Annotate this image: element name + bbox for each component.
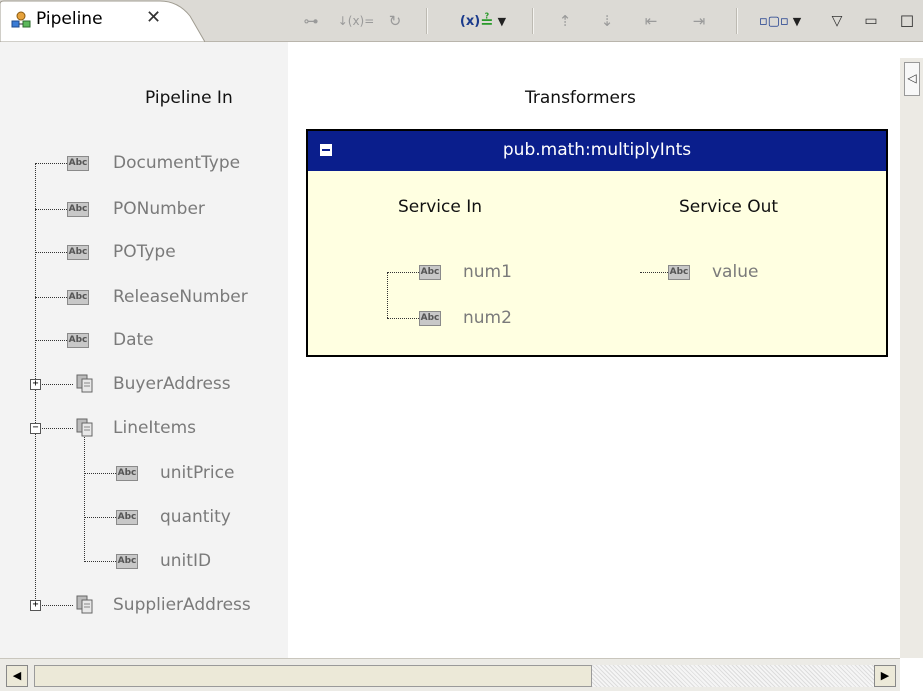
expand-icon[interactable]: + <box>30 600 41 611</box>
tree-node-label[interactable]: Date <box>113 330 154 350</box>
right-panel-edge <box>900 58 923 658</box>
tree-node-label[interactable]: POType <box>113 242 176 262</box>
document-icon <box>76 595 93 614</box>
tree-node-label[interactable]: unitPrice <box>160 463 234 483</box>
toolbar-separator <box>736 8 738 34</box>
tree-connector <box>35 297 67 298</box>
service-transformer[interactable]: pub.math:multiplyInts <box>306 129 888 357</box>
tree-branch-line <box>84 437 85 562</box>
document-icon <box>76 418 93 437</box>
chevron-down-icon[interactable]: ▼ <box>793 15 801 28</box>
left-icon[interactable]: ⇤ <box>636 8 666 34</box>
close-icon[interactable]: ✕ <box>146 7 161 28</box>
service-out-title: Service Out <box>679 197 779 217</box>
view-mode-icon[interactable]: ▫▢▫ ▼ <box>752 8 808 34</box>
scroll-thumb[interactable] <box>34 665 592 687</box>
string-icon: Abc <box>419 311 441 326</box>
service-in-field[interactable]: num1 <box>463 262 512 282</box>
tree-node-label[interactable]: LineItems <box>113 418 196 438</box>
tree-node-label[interactable]: unitID <box>160 551 211 571</box>
string-icon: Abc <box>67 290 89 305</box>
string-icon: Abc <box>116 554 138 569</box>
string-icon: Abc <box>668 265 690 280</box>
service-name: pub.math:multiplyInts <box>502 140 692 160</box>
pipeline-tab[interactable]: Pipeline ✕ <box>0 0 205 42</box>
pipeline-in-title: Pipeline In <box>145 88 233 108</box>
set-value-icon[interactable]: (x) ≟ ▼ <box>448 8 518 34</box>
chevron-down-icon[interactable]: ▼ <box>498 15 506 28</box>
string-icon: Abc <box>67 245 89 260</box>
toolbar-separator <box>532 8 534 34</box>
tree-connector <box>84 517 116 518</box>
right-icon[interactable]: ⇥ <box>684 8 714 34</box>
tree-node-label[interactable]: ReleaseNumber <box>113 287 248 307</box>
tree-connector <box>84 561 116 562</box>
view-menu-icon[interactable]: ▽ <box>828 8 846 34</box>
link-icon[interactable]: ⊶ <box>296 8 326 34</box>
maximize-icon[interactable]: ☐ <box>896 8 918 34</box>
scroll-right-button[interactable]: ▶ <box>874 665 896 687</box>
expand-pane-icon[interactable]: ◁ <box>904 62 920 96</box>
scroll-left-button[interactable]: ◀ <box>6 665 28 687</box>
expand-icon[interactable]: + <box>30 379 41 390</box>
scroll-track[interactable] <box>592 665 874 687</box>
service-in-field[interactable]: num2 <box>463 308 512 328</box>
tree-node-label[interactable]: DocumentType <box>113 153 240 173</box>
tree-node-label[interactable]: quantity <box>160 507 231 527</box>
drop-variable-icon[interactable]: ↓(x)= <box>336 8 376 34</box>
toolbar-separator <box>426 8 428 34</box>
refresh-icon[interactable]: ↻ <box>382 8 408 34</box>
string-icon: Abc <box>116 466 138 481</box>
horizontal-scrollbar[interactable]: ◀ ▶ <box>0 658 900 691</box>
minimize-icon[interactable]: ▭ <box>862 8 880 34</box>
tree-connector <box>35 252 67 253</box>
tree-connector <box>84 473 116 474</box>
service-in-title: Service In <box>398 197 483 217</box>
pipeline-icon <box>11 11 31 28</box>
tree-trunk-line <box>387 272 388 318</box>
transformers-title: Transformers <box>525 88 636 108</box>
string-icon: Abc <box>116 510 138 525</box>
tree-connector <box>35 209 67 210</box>
string-icon: Abc <box>67 156 89 171</box>
tree-node-label[interactable]: BuyerAddress <box>113 374 231 394</box>
tree-connector <box>387 272 419 273</box>
string-icon: Abc <box>419 265 441 280</box>
service-out-field[interactable]: value <box>712 262 758 282</box>
tree-connector <box>387 318 419 319</box>
string-icon: Abc <box>67 202 89 217</box>
tree-connector <box>35 340 67 341</box>
string-icon: Abc <box>67 333 89 348</box>
tree-connector <box>35 163 67 164</box>
pipeline-in-pane <box>0 42 288 658</box>
down-icon[interactable]: ⇣ <box>594 8 620 34</box>
tab-title: Pipeline <box>36 9 103 29</box>
document-icon <box>76 374 93 393</box>
up-icon[interactable]: ⇡ <box>552 8 578 34</box>
tree-node-label[interactable]: SupplierAddress <box>113 595 251 615</box>
tree-connector <box>640 272 668 273</box>
service-header[interactable]: pub.math:multiplyInts <box>308 131 886 171</box>
collapse-icon[interactable]: − <box>30 423 41 434</box>
tree-node-label[interactable]: PONumber <box>113 199 205 219</box>
view-toolbar: Pipeline ✕ ⊶ ↓(x)= ↻ (x) ≟ ▼ ⇡ ⇣ ⇤ ⇥ ▫▢▫ ▼ … <box>0 0 923 42</box>
